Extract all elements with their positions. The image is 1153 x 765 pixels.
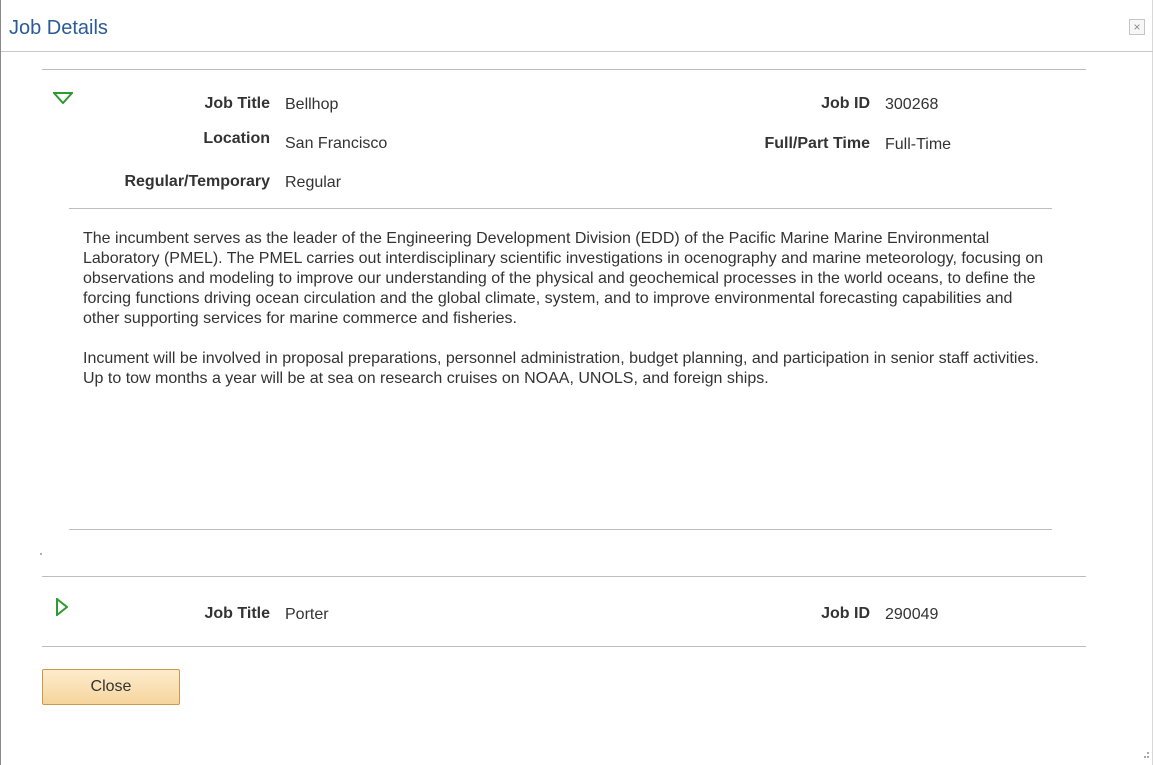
close-icon[interactable]: × [1129, 19, 1145, 35]
location-value: San Francisco [285, 135, 388, 152]
full-part-time-value: Full-Time [885, 136, 952, 153]
decorative-dot [40, 553, 42, 555]
modal-header: Job Details × [1, 0, 1153, 52]
triangle-down-icon[interactable] [53, 92, 73, 104]
job-title-label: Job Title [204, 95, 271, 112]
full-part-time-label: Full/Part Time [764, 135, 870, 152]
triangle-right-icon[interactable] [56, 598, 68, 616]
modal-title: Job Details [9, 17, 108, 39]
job-title-value: Porter [285, 606, 329, 623]
description-bottom-divider [69, 529, 1052, 530]
section-divider [42, 69, 1086, 70]
regular-temporary-value: Regular [285, 174, 342, 191]
description-top-divider [69, 208, 1052, 209]
job-title-value: Bellhop [285, 96, 339, 113]
job-details-modal: Job Details × Job Title Bellhop Job ID 3… [0, 0, 1153, 765]
description-paragraph: Incument will be involved in proposal pr… [83, 350, 1039, 387]
job-title-label: Job Title [204, 605, 271, 622]
regular-temporary-label: Regular/Temporary [124, 173, 270, 190]
description-paragraph: The incumbent serves as the leader of th… [83, 230, 1044, 327]
job-description: The incumbent serves as the leader of th… [83, 229, 1053, 409]
job-id-value: 290049 [885, 606, 939, 623]
section-divider [42, 576, 1086, 577]
job-id-label: Job ID [821, 95, 870, 112]
close-button[interactable]: Close [42, 669, 180, 705]
job-id-label: Job ID [821, 605, 870, 622]
location-label: Location [203, 130, 270, 147]
section-divider [42, 646, 1086, 647]
job-id-value: 300268 [885, 96, 939, 113]
resize-grip-icon[interactable] [1139, 750, 1151, 762]
